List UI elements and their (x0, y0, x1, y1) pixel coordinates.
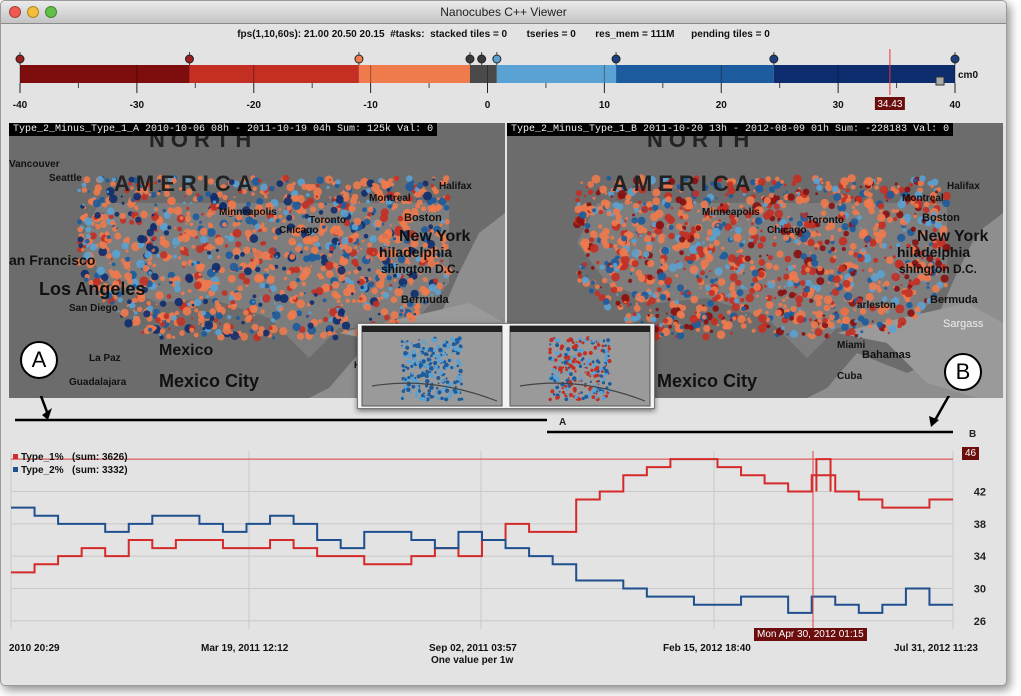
place-label-chicago: Chicago (767, 225, 806, 236)
colorbar-cursor-value: 34.43 (877, 99, 902, 110)
x-tick-2: Sep 02, 2011 03:57 (429, 643, 517, 654)
status-line: fps(1,10,60s): 21.00 20.50 20.15 #tasks:… (1, 29, 1006, 40)
legend-series-2[interactable]: Type_2% (sum: 3332) (13, 465, 128, 476)
annotation-a-label: A (559, 417, 567, 428)
color-segment (20, 65, 190, 83)
color-stop-handle (950, 54, 960, 64)
app-window: Nanocubes C++ Viewer fps(1,10,60s): 21.0… (0, 0, 1007, 686)
color-segment (189, 65, 359, 83)
place-label-washington: shington D.C. (381, 262, 459, 276)
color-scale[interactable]: -40 -30 -20 -10 0 10 20 30 40 34.43 cm0 (1, 49, 1006, 121)
x-tick-3: Feb 15, 2012 18:40 (663, 643, 751, 654)
colorbar-tick: -40 (13, 100, 28, 111)
color-stop-handle (15, 54, 25, 64)
place-label-bahamas: Bahamas (862, 349, 911, 361)
place-label-toronto: Toronto (309, 215, 346, 226)
place-label-halifax: Halifax (439, 181, 472, 192)
fps-readout: fps(1,10,60s): 21.00 20.50 20.15 (237, 29, 385, 40)
colorbar-label: cm0 (958, 70, 978, 81)
place-label-bermuda: Bermuda (930, 294, 979, 306)
colorbar-tick: 20 (716, 100, 728, 111)
y-tick: 26 (974, 616, 986, 628)
colorbar-tick: 30 (833, 100, 845, 111)
y-tick: 34 (974, 551, 987, 563)
place-label-montreal: Montreal (369, 193, 411, 204)
map-a-header: Type_2_Minus_Type_1_A 2010-10-06 08h - 2… (9, 123, 438, 136)
place-label-minneapolis: Minneapolis (702, 207, 760, 218)
inset-map (361, 325, 503, 407)
place-label-sargasso: Sargass (943, 318, 984, 330)
x-axis-label: One value per 1w (431, 655, 514, 666)
place-label-toronto: Toronto (807, 215, 844, 226)
place-label-seattle: Seattle (49, 173, 82, 184)
place-label-montreal: Montreal (902, 193, 944, 204)
color-segment (773, 65, 955, 83)
place-label-philadelphia: hiladelphia (379, 244, 452, 260)
annotation-b-circle: B (944, 353, 982, 391)
tasks-label: #tasks: (390, 29, 425, 40)
color-stop-handle (492, 54, 502, 64)
stacked-tiles: stacked tiles = 0 (430, 29, 508, 40)
place-label-newyork: New York (399, 228, 471, 245)
place-label-minneapolis: Minneapolis (219, 207, 277, 218)
place-label-guadalajara: Guadalajara (69, 377, 127, 388)
color-stop-handle (477, 54, 487, 64)
colorbar-tick: -10 (363, 100, 378, 111)
window-title: Nanocubes C++ Viewer (440, 5, 567, 19)
map-b-header: Type_2_Minus_Type_1_B 2011-10-20 13h - 2… (507, 123, 954, 136)
place-label-boston: Boston (922, 212, 960, 224)
place-label-america: AMERICA (612, 171, 757, 196)
x-tick-4: Jul 31, 2012 11:23 (894, 643, 978, 654)
place-label-washington: shington D.C. (899, 262, 977, 276)
colorbar-handle-box (935, 76, 945, 86)
place-label-cuba: Cuba (837, 371, 862, 382)
max-value-tag: 46 (962, 447, 980, 460)
color-segment (616, 65, 774, 83)
place-label-bermuda: Bermuda (401, 294, 450, 306)
place-label-charleston: arleston (857, 300, 896, 311)
place-label-vancouver: Vancouver (9, 159, 60, 170)
color-segment (496, 65, 617, 83)
color-stop-handle (769, 54, 779, 64)
place-label-sandiego: San Diego (69, 303, 118, 314)
place-label-mexicocity: Mexico City (159, 371, 259, 391)
color-stop-handle (465, 54, 475, 64)
color-stop-handle (611, 54, 621, 64)
title-bar[interactable]: Nanocubes C++ Viewer (1, 1, 1006, 24)
color-segment (358, 65, 470, 83)
colorbar-tick: -20 (247, 100, 262, 111)
place-label-mexicocity: Mexico City (657, 371, 757, 391)
annotation-b-label: B (969, 429, 977, 440)
color-segment (469, 65, 497, 83)
place-label-philadelphia: hiladelphia (897, 244, 970, 260)
time-cursor-label: Mon Apr 30, 2012 01:15 (754, 628, 867, 641)
place-label-mexico: Mexico (159, 342, 213, 359)
place-label-chicago: Chicago (279, 225, 318, 236)
y-tick: 30 (974, 584, 986, 596)
tseries-count: tseries = 0 (526, 29, 576, 40)
time-series-chart[interactable]: 42 38 34 30 26 (1, 441, 1006, 641)
color-stop-handle (354, 54, 364, 64)
place-label-lapaz: La Paz (89, 353, 121, 364)
x-tick-1: Mar 19, 2011 12:12 (201, 643, 289, 654)
colorbar-tick: 10 (599, 100, 611, 111)
color-stop-handle (184, 54, 194, 64)
legend-series-1[interactable]: Type_1% (sum: 3626) (13, 452, 128, 463)
colorbar-tick: 40 (949, 100, 961, 111)
x-tick-0: 2010 20:29 (9, 643, 60, 654)
place-label-boston: Boston (404, 212, 442, 224)
place-label-halifax: Halifax (947, 181, 980, 192)
colorbar-tick: 0 (485, 100, 491, 111)
y-tick: 42 (974, 486, 986, 498)
place-label-america: AMERICA (114, 171, 259, 196)
place-label-newyork: New York (917, 228, 989, 245)
place-label-losangeles: Los Angeles (39, 279, 145, 299)
place-label-sanfrancisco: an Francisco (9, 252, 95, 268)
memory-readout: res_mem = 111M (595, 29, 675, 40)
colorbar-tick: -30 (130, 100, 145, 111)
annotation-a-circle: A (20, 341, 58, 379)
pending-tiles: pending tiles = 0 (691, 29, 770, 40)
y-tick: 38 (974, 519, 986, 531)
